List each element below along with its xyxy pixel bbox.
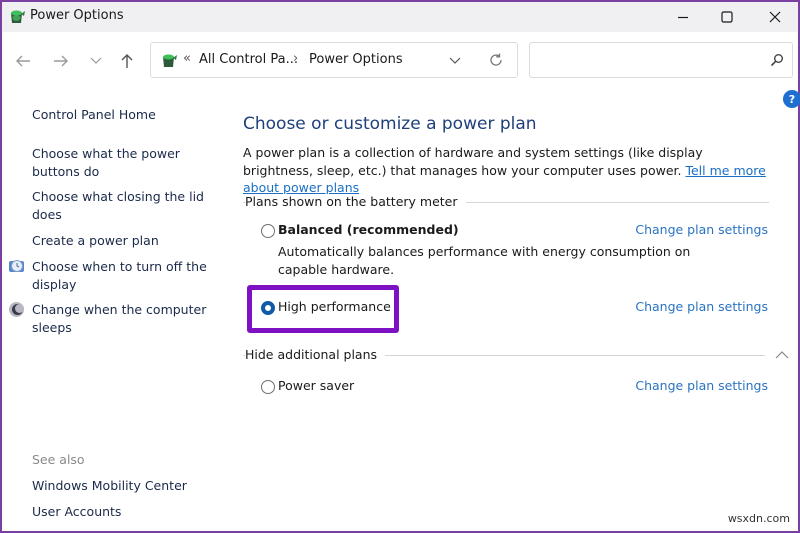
recent-locations-button[interactable]: [83, 48, 109, 74]
back-button[interactable]: [10, 48, 36, 74]
overflow-chevron-icon[interactable]: «: [183, 51, 191, 66]
maximize-icon: [721, 11, 733, 23]
power-saver-radio[interactable]: [261, 380, 275, 394]
power-options-icon: [163, 54, 177, 67]
maximize-button[interactable]: [704, 2, 750, 32]
navigation-bar: « All Control Pa... › Power Options: [2, 32, 798, 88]
windows-mobility-center-link[interactable]: Windows Mobility Center: [32, 477, 212, 495]
sleep-icon: [9, 302, 24, 317]
high-performance-highlight-box: [247, 285, 399, 333]
address-bar[interactable]: « All Control Pa... › Power Options: [150, 42, 518, 78]
search-input[interactable]: [536, 50, 756, 70]
forward-arrow-icon: [54, 55, 68, 67]
forward-button[interactable]: [48, 48, 74, 74]
balanced-radio[interactable]: [261, 224, 275, 238]
hide-additional-plans-label[interactable]: Hide additional plans: [245, 347, 386, 362]
sidebar-link-power-buttons[interactable]: Choose what the power buttons do: [32, 145, 212, 180]
search-box[interactable]: [529, 42, 793, 78]
address-dropdown-icon[interactable]: [449, 57, 461, 65]
window-title: Power Options: [30, 8, 124, 23]
minimize-button[interactable]: [660, 2, 706, 32]
breadcrumb-all-control-panel[interactable]: All Control Pa...: [199, 52, 298, 67]
up-button[interactable]: [114, 48, 140, 74]
sidebar-link-create-plan[interactable]: Create a power plan: [32, 232, 212, 250]
battery-section-label: Plans shown on the battery meter: [245, 194, 466, 209]
breadcrumb-separator-icon: ›: [293, 51, 299, 66]
title-bar: Power Options: [2, 2, 798, 32]
close-button[interactable]: [752, 2, 798, 32]
search-icon[interactable]: [770, 53, 784, 67]
close-icon: [769, 11, 781, 23]
page-title: Choose or customize a power plan: [243, 114, 537, 134]
user-accounts-link[interactable]: User Accounts: [32, 503, 212, 521]
balanced-change-settings-link[interactable]: Change plan settings: [635, 222, 768, 237]
breadcrumb-power-options[interactable]: Power Options: [309, 52, 403, 67]
power-options-icon: [11, 10, 25, 23]
sidebar: Control Panel Home Choose what the power…: [2, 88, 227, 528]
balanced-plan-description: Automatically balances performance with …: [278, 244, 691, 277]
chevron-up-icon[interactable]: [774, 348, 790, 362]
back-arrow-icon: [16, 55, 30, 67]
power-options-window: Power Options « All Control Pa... › Powe…: [0, 0, 800, 533]
sidebar-link-closing-lid[interactable]: Choose what closing the lid does: [32, 188, 212, 223]
control-panel-home-link[interactable]: Control Panel Home: [32, 106, 212, 124]
power-saver-plan-label[interactable]: Power saver: [278, 378, 354, 393]
help-icon[interactable]: ?: [783, 90, 800, 108]
description-text: A power plan is a collection of hardware…: [243, 145, 703, 178]
up-arrow-icon: [121, 54, 133, 68]
sidebar-link-turn-off-display[interactable]: Choose when to turn off the display: [32, 258, 212, 293]
chevron-down-icon: [90, 57, 102, 64]
page-description: A power plan is a collection of hardware…: [243, 144, 773, 197]
refresh-icon[interactable]: [488, 52, 504, 68]
high-performance-change-settings-link[interactable]: Change plan settings: [635, 299, 768, 314]
balanced-plan-label[interactable]: Balanced (recommended): [278, 222, 459, 237]
watermark: wsxdn.com: [727, 512, 790, 525]
power-saver-change-settings-link[interactable]: Change plan settings: [635, 378, 768, 393]
sidebar-link-computer-sleeps[interactable]: Change when the computer sleeps: [32, 301, 212, 336]
see-also-heading: See also: [32, 452, 85, 467]
minimize-icon: [678, 16, 688, 19]
display-icon: [9, 260, 24, 272]
